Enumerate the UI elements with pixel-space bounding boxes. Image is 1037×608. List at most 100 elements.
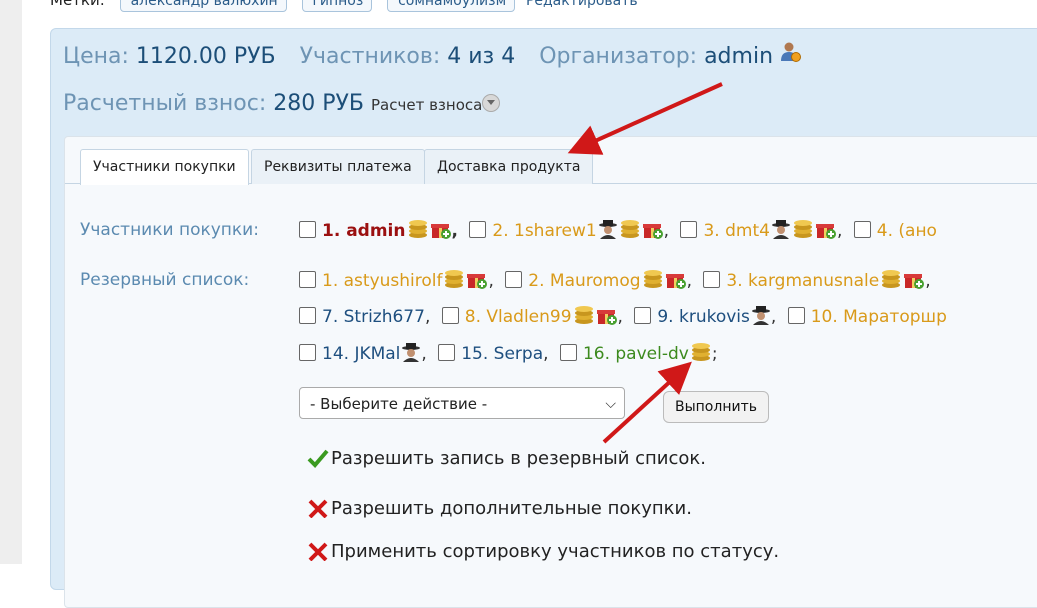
participants-row-label: Участники покупки:: [80, 220, 259, 240]
reserve-item: 7. Strizh677,: [299, 307, 430, 327]
reserve-checkbox[interactable]: [438, 344, 456, 361]
option-text: Разрешить запись в резервный список.: [331, 448, 707, 469]
tag-hypnosis[interactable]: гипноз: [301, 0, 373, 12]
organizer-link[interactable]: admin: [704, 44, 773, 69]
tag-alexander-valyukhin[interactable]: александр валюхин: [119, 0, 287, 12]
participant-name[interactable]: 2. 1sharew1: [492, 221, 596, 241]
reserve-name[interactable]: 9. krukovis: [657, 307, 750, 327]
spy-icon: [401, 342, 421, 367]
fee-value: 280 РУБ: [273, 91, 365, 116]
cross-icon: [307, 541, 331, 566]
purchase-summary-line: Цена: 1120.00 РУБ Участников: 4 из 4 Орг…: [63, 41, 802, 69]
participant-name[interactable]: 1. admin: [322, 221, 406, 241]
fee-line: Расчетный взнос: 280 РУБ Расчет взноса: [63, 91, 501, 116]
reserve-checkbox[interactable]: [559, 344, 577, 361]
reserve-item: 10. Мараторшр: [787, 307, 947, 327]
participant-checkbox[interactable]: [469, 221, 487, 238]
fee-calc-link[interactable]: Расчет взноса: [371, 96, 482, 114]
reserve-name[interactable]: 15. Serpa: [461, 344, 543, 364]
participants-count-value: 4 из 4: [447, 44, 516, 69]
purchase-info-panel: Цена: 1120.00 РУБ Участников: 4 из 4 Орг…: [50, 28, 1037, 608]
check-icon: [307, 448, 331, 473]
reserve-item: 8. Vladlen99,: [441, 305, 623, 330]
tags-label: Метки:: [50, 0, 105, 9]
reserve-checkbox[interactable]: [299, 344, 316, 361]
reserve-checkbox[interactable]: [703, 271, 721, 288]
organizer-label: Организатор:: [539, 44, 698, 69]
reserve-item: 2. Mauromog,: [505, 269, 692, 294]
reserve-item: 15. Serpa,: [438, 344, 549, 364]
reserve-item: 16. pavel-dv;: [559, 342, 718, 367]
reserve-list-row-3: 14. JKMal, 15. Serpa, 16. pavel-dv;: [299, 342, 724, 367]
page-left-margin: [0, 0, 22, 564]
edit-tags-link[interactable]: Редактировать: [526, 0, 638, 9]
reserve-name[interactable]: 16. pavel-dv: [583, 344, 689, 364]
spy-icon: [751, 305, 771, 330]
reserve-list-row-2: 7. Strizh677, 8. Vladlen99, 9. krukovis,…: [299, 305, 953, 330]
gift-icon: [596, 305, 618, 330]
reserve-item: 3. kargmanusnale,: [703, 269, 931, 294]
organizer-user-icon: [780, 41, 802, 69]
reserve-checkbox[interactable]: [787, 307, 805, 324]
reserve-checkbox[interactable]: [441, 307, 459, 324]
tag-somnambulism[interactable]: сомнамбулизм: [387, 0, 516, 12]
reserve-checkbox[interactable]: [299, 271, 316, 288]
participant-item: 3. dmt4,: [680, 219, 842, 244]
participant-item: 2. 1sharew1,: [469, 219, 669, 244]
participant-item: 1. admin,: [299, 219, 458, 244]
option-status-sorting: Применить сортировку участников по стату…: [307, 541, 779, 566]
participants-list: 1. admin, 2. 1sharew1, 3. dmt4, 4. (ано: [299, 219, 943, 244]
coins-icon: [690, 342, 712, 367]
coins-icon: [880, 269, 902, 294]
run-action-button[interactable]: Выполнить: [663, 391, 769, 423]
coins-icon: [573, 305, 595, 330]
reserve-row-label: Резервный список:: [80, 270, 250, 290]
tab-payment-details[interactable]: Реквизиты платежа: [251, 149, 425, 184]
participant-checkbox[interactable]: [299, 221, 316, 238]
coins-icon: [407, 219, 429, 244]
gift-icon: [466, 269, 488, 294]
participant-checkbox[interactable]: [853, 221, 871, 238]
participant-item: 4. (ано: [853, 221, 937, 241]
tab-participants[interactable]: Участники покупки: [80, 149, 249, 185]
option-text: Разрешить дополнительные покупки.: [331, 498, 692, 519]
coins-icon: [619, 219, 641, 244]
reserve-name[interactable]: 2. Mauromog: [528, 271, 640, 291]
gift-icon: [642, 219, 664, 244]
price-value: 1120.00 РУБ: [135, 44, 276, 69]
option-reserve-allowed: Разрешить запись в резервный список.: [307, 448, 706, 473]
spy-icon: [771, 219, 791, 244]
fee-calc-expand-icon[interactable]: [482, 94, 501, 112]
participants-count-label: Участников:: [299, 44, 441, 69]
option-text: Применить сортировку участников по стату…: [331, 541, 780, 562]
reserve-item: 14. JKMal,: [299, 342, 427, 367]
reserve-name[interactable]: 14. JKMal: [322, 344, 400, 364]
reserve-name[interactable]: 8. Vladlen99: [465, 307, 572, 327]
tags-bar: Метки: александр валюхин гипноз сомнамбу…: [50, 0, 638, 12]
reserve-name[interactable]: 3. kargmanusnale: [726, 271, 879, 291]
participant-name[interactable]: 4. (ано: [877, 221, 937, 241]
action-select[interactable]: - Выберите действие - ⌵: [299, 387, 625, 419]
gift-icon: [665, 269, 687, 294]
coins-icon: [443, 269, 465, 294]
fee-label: Расчетный взнос:: [63, 91, 267, 116]
gift-icon: [430, 219, 452, 244]
reserve-checkbox[interactable]: [505, 271, 523, 288]
option-extra-purchases: Разрешить дополнительные покупки.: [307, 498, 692, 523]
coins-icon: [792, 219, 814, 244]
tab-delivery[interactable]: Доставка продукта: [424, 149, 594, 184]
action-select-value: - Выберите действие -: [310, 395, 488, 413]
reserve-checkbox[interactable]: [634, 307, 652, 324]
reserve-checkbox[interactable]: [299, 307, 316, 324]
price-label: Цена:: [63, 44, 129, 69]
reserve-name[interactable]: 7. Strizh677: [322, 307, 425, 327]
participant-checkbox[interactable]: [680, 221, 698, 238]
cross-icon: [307, 498, 331, 523]
participant-name[interactable]: 3. dmt4: [703, 221, 769, 241]
reserve-list-row-1: 1. astyushirolf, 2. Mauromog, 3. kargman…: [299, 269, 937, 294]
spy-icon: [598, 219, 618, 244]
reserve-name[interactable]: 10. Мараторшр: [811, 307, 947, 327]
reserve-name[interactable]: 1. astyushirolf: [322, 271, 442, 291]
purchase-tabs-panel: Участники покупки Реквизиты платежа Дост…: [64, 136, 1037, 608]
chevron-down-icon: ⌵: [605, 396, 616, 412]
